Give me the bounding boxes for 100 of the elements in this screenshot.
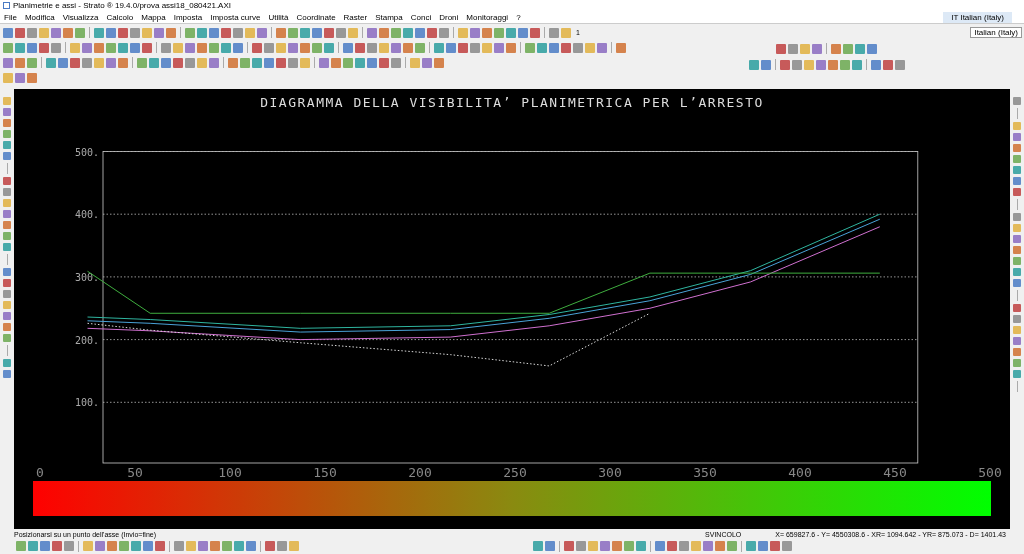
- tool-icon[interactable]: [173, 57, 183, 68]
- tool-icon[interactable]: [233, 27, 243, 38]
- tool-icon[interactable]: [573, 42, 583, 53]
- tool-icon[interactable]: [209, 27, 219, 38]
- tool-icon[interactable]: [355, 57, 365, 68]
- language-indicator[interactable]: IT Italian (Italy): [943, 11, 1012, 23]
- tool-icon[interactable]: [312, 27, 322, 38]
- tool-icon[interactable]: [118, 57, 128, 68]
- tool-icon[interactable]: [209, 42, 219, 53]
- menu-item[interactable]: Calcolo: [102, 12, 138, 22]
- tool-icon[interactable]: [288, 57, 298, 68]
- tool-icon[interactable]: [15, 57, 25, 68]
- tool-icon[interactable]: [355, 42, 365, 53]
- tool-icon[interactable]: [58, 57, 68, 68]
- tool-icon[interactable]: [197, 27, 207, 38]
- tool-icon[interactable]: [154, 27, 164, 38]
- tool-icon[interactable]: [3, 27, 13, 38]
- tool-icon[interactable]: [221, 27, 231, 38]
- tool-icon[interactable]: [185, 42, 195, 53]
- tool-icon[interactable]: [803, 59, 814, 70]
- tool-icon[interactable]: [379, 57, 389, 68]
- tool-icon[interactable]: [422, 57, 432, 68]
- menu-item[interactable]: Imposta: [169, 12, 207, 22]
- tool-icon[interactable]: [851, 59, 862, 70]
- tool-icon[interactable]: [434, 57, 444, 68]
- tool-icon[interactable]: [15, 72, 25, 83]
- menu-item[interactable]: File: [0, 12, 21, 22]
- tool-icon[interactable]: [82, 57, 92, 68]
- tool-icon[interactable]: [779, 59, 790, 70]
- tool-icon[interactable]: [276, 42, 286, 53]
- tool-icon[interactable]: [51, 42, 61, 53]
- tool-icon[interactable]: [867, 43, 877, 54]
- tool-icon[interactable]: [264, 42, 274, 53]
- tool-icon[interactable]: [233, 42, 243, 53]
- tool-icon[interactable]: [3, 42, 13, 53]
- tool-icon[interactable]: [827, 59, 838, 70]
- tool-icon[interactable]: [616, 42, 626, 53]
- tool-icon[interactable]: [130, 27, 140, 38]
- tool-icon[interactable]: [185, 27, 195, 38]
- tool-icon[interactable]: [855, 43, 865, 54]
- tool-icon[interactable]: [791, 59, 802, 70]
- tool-icon[interactable]: [130, 42, 140, 53]
- tool-icon[interactable]: [276, 27, 286, 38]
- tool-icon[interactable]: [15, 42, 25, 53]
- tool-icon[interactable]: [403, 27, 413, 38]
- tool-icon[interactable]: [106, 27, 116, 38]
- tool-icon[interactable]: [51, 27, 61, 38]
- menu-item[interactable]: Stampa: [371, 12, 407, 22]
- tool-icon[interactable]: [324, 27, 334, 38]
- tool-icon[interactable]: [367, 57, 377, 68]
- menu-item[interactable]: Utilità: [264, 12, 293, 22]
- tool-icon[interactable]: [173, 42, 183, 53]
- tool-icon[interactable]: [549, 42, 559, 53]
- tool-icon[interactable]: [94, 27, 104, 38]
- tool-icon[interactable]: [760, 59, 771, 70]
- tool-icon[interactable]: [831, 43, 841, 54]
- tool-icon[interactable]: [812, 43, 822, 54]
- tool-icon[interactable]: [300, 27, 310, 38]
- tool-icon[interactable]: [518, 27, 528, 38]
- tool-icon[interactable]: [149, 57, 159, 68]
- tool-icon[interactable]: [415, 27, 425, 38]
- menu-item[interactable]: Modifica: [20, 12, 59, 22]
- tool-icon[interactable]: [288, 42, 298, 53]
- tool-icon[interactable]: [319, 57, 329, 68]
- tool-icon[interactable]: [882, 59, 893, 70]
- tool-icon[interactable]: [75, 27, 85, 38]
- tool-icon[interactable]: [228, 57, 238, 68]
- tool-icon[interactable]: [245, 27, 255, 38]
- tool-icon[interactable]: [118, 27, 128, 38]
- tool-icon[interactable]: [118, 42, 128, 53]
- tool-icon[interactable]: [776, 43, 786, 54]
- tool-icon[interactable]: [434, 42, 444, 53]
- menu-item[interactable]: Droni: [435, 12, 463, 22]
- tool-icon[interactable]: [336, 27, 346, 38]
- tool-icon[interactable]: [39, 42, 49, 53]
- tool-icon[interactable]: [458, 27, 468, 38]
- tool-icon[interactable]: [106, 57, 116, 68]
- tool-icon[interactable]: [870, 59, 881, 70]
- tool-icon[interactable]: [585, 42, 595, 53]
- tool-icon[interactable]: [427, 27, 437, 38]
- menu-item[interactable]: Imposta curve: [206, 12, 265, 22]
- tool-icon[interactable]: [549, 27, 559, 38]
- tool-icon[interactable]: [240, 57, 250, 68]
- tool-icon[interactable]: [458, 42, 468, 53]
- tool-icon[interactable]: [815, 59, 826, 70]
- menu-item[interactable]: Conci: [406, 12, 436, 22]
- tool-icon[interactable]: [494, 27, 504, 38]
- tool-icon[interactable]: [331, 57, 341, 68]
- tool-icon[interactable]: [3, 57, 13, 68]
- menu-item[interactable]: Visualizza: [58, 12, 103, 22]
- tool-icon[interactable]: [446, 42, 456, 53]
- tool-icon[interactable]: [15, 27, 25, 38]
- tool-icon[interactable]: [379, 27, 389, 38]
- tool-icon[interactable]: [300, 42, 310, 53]
- tool-icon[interactable]: [27, 57, 37, 68]
- tool-icon[interactable]: [197, 57, 207, 68]
- tool-icon[interactable]: [839, 59, 850, 70]
- tool-icon[interactable]: [166, 27, 176, 38]
- menu-item[interactable]: Raster: [339, 12, 372, 22]
- tool-icon[interactable]: [470, 42, 480, 53]
